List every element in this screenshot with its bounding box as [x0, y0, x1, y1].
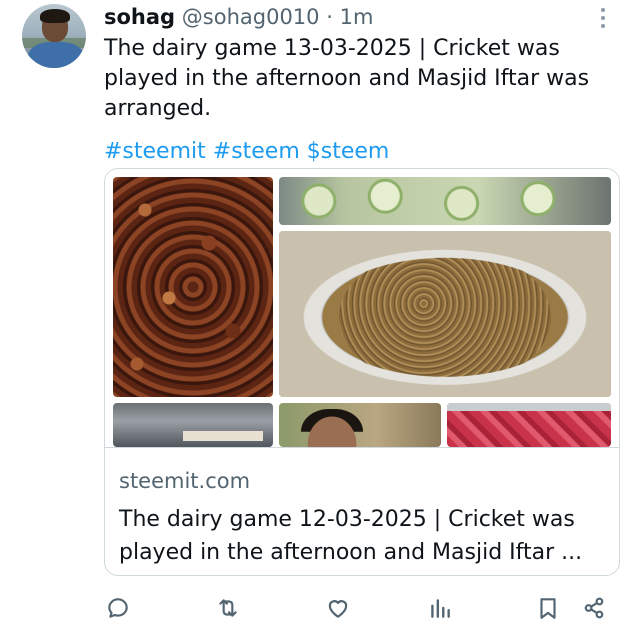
- stadium-sign: [183, 431, 263, 441]
- share-icon[interactable]: [574, 588, 614, 628]
- post-hashtags[interactable]: #steemit #steem $steem: [104, 137, 389, 167]
- heart-icon[interactable]: [318, 588, 358, 628]
- chickpea-bowl-rim: [279, 231, 611, 397]
- views-icon[interactable]: [420, 588, 460, 628]
- chickpea-photo: [279, 231, 611, 397]
- link-card-body[interactable]: steemit.com The dairy game 12-03-2025 | …: [105, 447, 619, 575]
- link-card-image: [105, 169, 619, 447]
- avatar[interactable]: [22, 4, 86, 68]
- bookmark-icon[interactable]: [528, 588, 568, 628]
- author-handle[interactable]: @sohag0010: [182, 5, 320, 29]
- person-face: [301, 409, 363, 447]
- action-bar: [0, 588, 640, 628]
- cricket-photo: [113, 403, 273, 447]
- post-text: The dairy game 13-03-2025 | Cricket was …: [104, 36, 590, 121]
- separator-dot: ·: [326, 5, 333, 29]
- card-divider: [105, 447, 619, 448]
- avatar-shirt: [28, 42, 84, 68]
- reply-icon[interactable]: [98, 588, 138, 628]
- link-domain: steemit.com: [119, 469, 251, 493]
- link-card[interactable]: steemit.com The dairy game 12-03-2025 | …: [104, 168, 620, 576]
- link-title[interactable]: The dairy game 12-03-2025 | Cricket was …: [119, 503, 609, 569]
- dates-photo: [113, 177, 273, 397]
- bowl-rim: [447, 403, 611, 411]
- avatar-hair: [40, 9, 70, 23]
- author-name[interactable]: sohag: [104, 5, 175, 29]
- more-vertical-icon[interactable]: [596, 6, 610, 30]
- post-header: sohag @sohag0010 · 1m: [104, 2, 373, 32]
- cucumber-photo: [279, 177, 611, 225]
- post-time[interactable]: 1m: [340, 5, 374, 29]
- repost-icon[interactable]: [208, 588, 248, 628]
- watermelon-photo: [447, 403, 611, 447]
- person-photo: [279, 403, 441, 447]
